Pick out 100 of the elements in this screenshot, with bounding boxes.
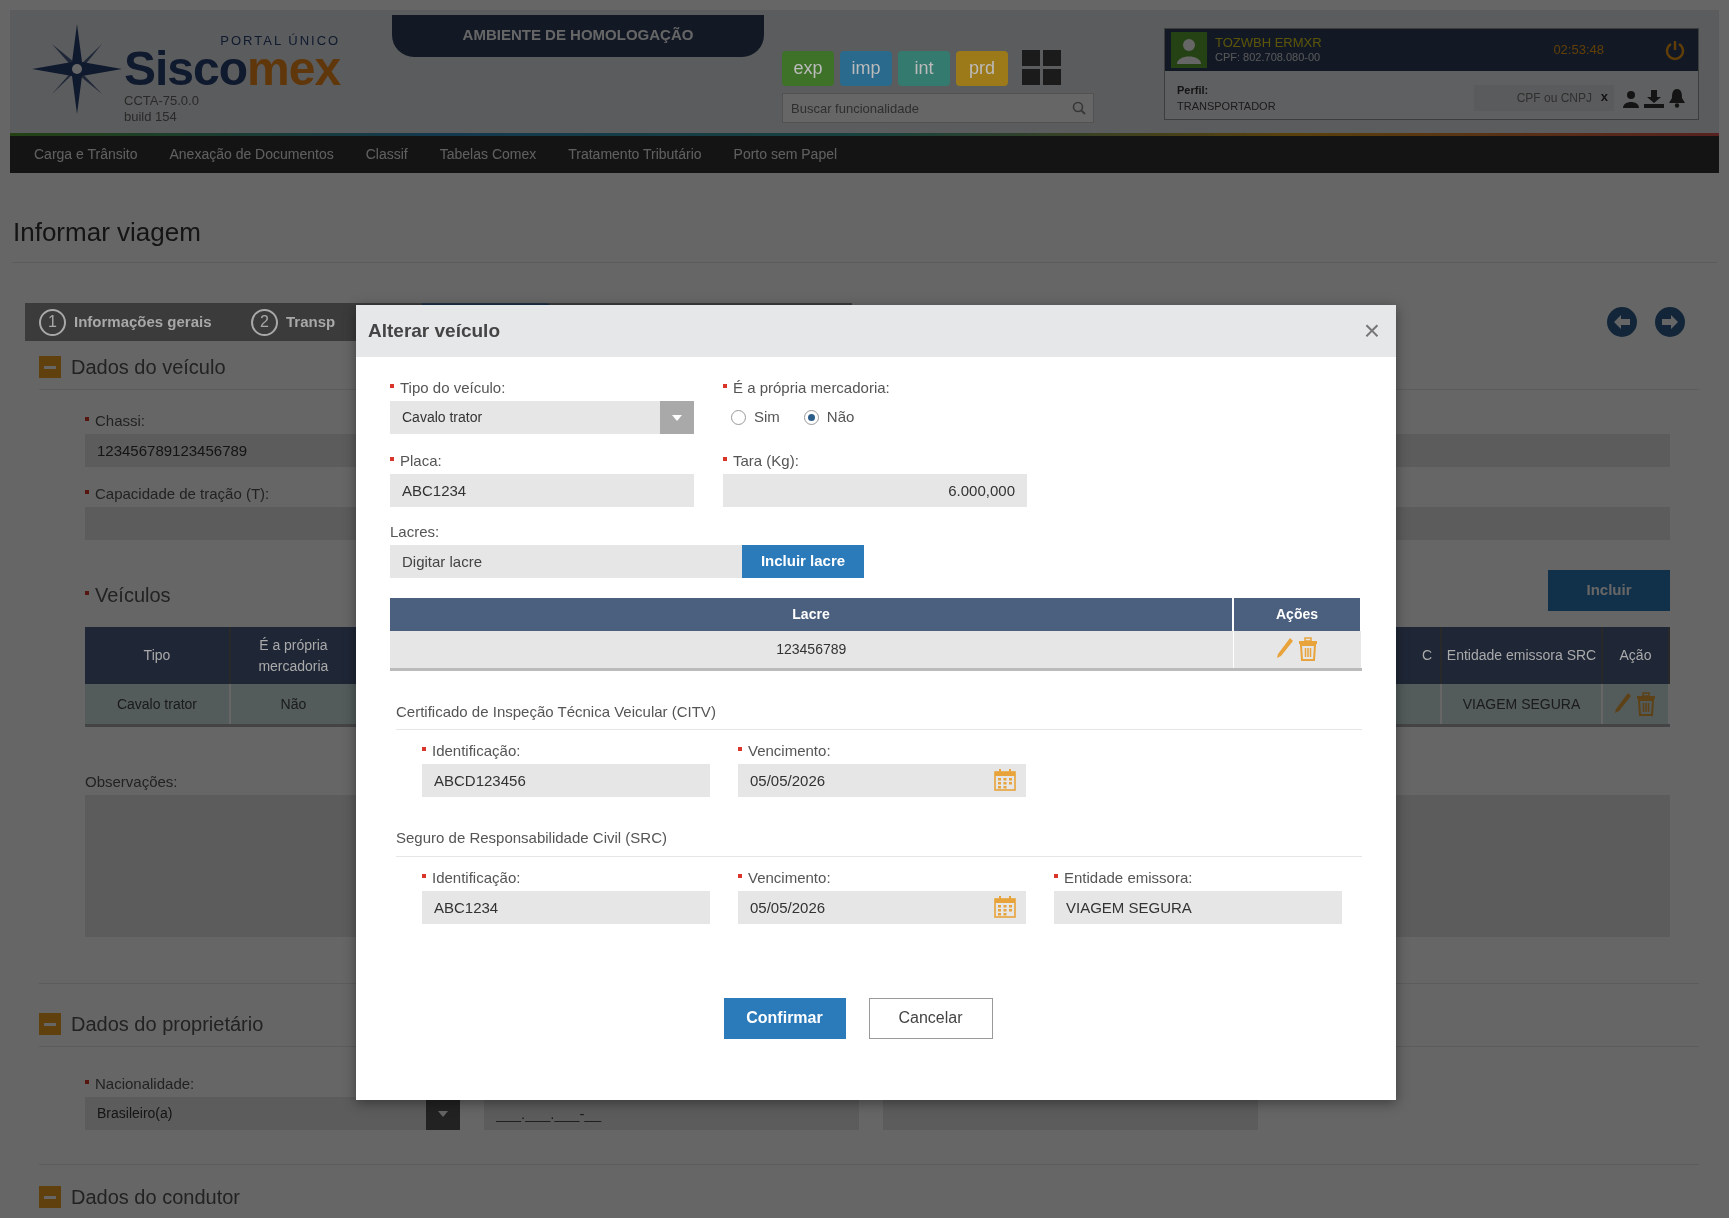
avatar-icon — [1171, 32, 1207, 68]
table-cell: 123456789 — [390, 631, 1233, 669]
field-label: Vencimento: — [748, 868, 831, 887]
module-button[interactable]: exp — [782, 50, 834, 86]
section-title: Dados do condutor — [71, 1185, 240, 1210]
required-marker — [390, 457, 394, 461]
collapse-icon[interactable] — [39, 356, 61, 379]
step-number: 2 — [251, 308, 278, 336]
calendar-icon[interactable] — [994, 769, 1016, 791]
field-label: Identificação: — [432, 868, 521, 887]
session-clock: 02:53:48 — [1553, 41, 1604, 60]
plate-field[interactable]: ABC1234 — [390, 474, 694, 507]
table-cell: Não — [229, 684, 357, 726]
grid-icon[interactable] — [1022, 50, 1062, 86]
column-header: Entidade emissora SRC — [1441, 627, 1602, 685]
profile-label: Perfil: — [1177, 82, 1210, 98]
required-marker — [85, 417, 89, 422]
dialog-title: Alterar veículo — [368, 318, 500, 343]
module-button[interactable]: imp — [840, 50, 892, 86]
field-label: Entidade emissora: — [1064, 868, 1193, 887]
field-label: Vencimento: — [748, 742, 831, 760]
menu-item[interactable]: Porto sem Papel — [733, 144, 838, 165]
required-marker — [85, 490, 89, 495]
trash-icon[interactable] — [1636, 692, 1657, 717]
menu-item[interactable]: Classif — [365, 144, 408, 165]
power-icon[interactable] — [1664, 39, 1686, 61]
pencil-icon[interactable] — [1614, 692, 1633, 715]
download-icon[interactable] — [1644, 90, 1664, 108]
wizard-step[interactable]: 1 Informações gerais — [25, 303, 237, 342]
required-marker — [1054, 873, 1058, 878]
section-title: Dados do proprietário — [71, 1012, 264, 1037]
required-marker — [85, 1080, 89, 1085]
radio-icon[interactable] — [803, 410, 819, 425]
field-label: É a própria mercadoria: — [733, 379, 890, 397]
tare-field[interactable]: 6.000,000 — [723, 474, 1027, 507]
confirm-button[interactable]: Confirmar — [723, 997, 846, 1039]
trash-icon[interactable] — [1298, 637, 1318, 662]
required-marker — [723, 384, 727, 388]
field-label: Lacres: — [390, 523, 440, 541]
caret-icon — [438, 1110, 448, 1117]
date-field[interactable]: 05/05/2026 — [738, 764, 1026, 797]
close-button[interactable]: × — [1359, 317, 1384, 345]
collapse-icon[interactable] — [39, 1186, 61, 1209]
section-title: Dados do veículo — [71, 355, 226, 380]
required-marker — [738, 747, 742, 751]
menu-item[interactable]: Anexação de Documentos — [169, 144, 334, 165]
cancel-button[interactable]: Cancelar — [868, 997, 993, 1039]
seal-field[interactable]: Digitar lacre — [390, 545, 742, 578]
column-header: Lacre — [390, 598, 1233, 631]
section-subtitle: Veículos — [95, 583, 171, 608]
calendar-icon[interactable] — [994, 895, 1016, 918]
nationality-select[interactable]: Brasileiro(a) — [85, 1097, 460, 1131]
menu-item[interactable]: Tratamento Tributário — [568, 144, 702, 165]
required-marker — [723, 457, 727, 461]
step-number: 1 — [39, 308, 66, 336]
right-arrow-icon — [1661, 314, 1679, 331]
column-header: Ação — [1602, 627, 1669, 685]
radio-icon[interactable] — [731, 410, 746, 425]
menu-item[interactable]: Carga e Trânsito — [34, 144, 138, 165]
vehicle-type-select[interactable]: Cavalo trator — [390, 401, 694, 434]
user-name: TOZWBH ERMXR — [1215, 36, 1322, 51]
radio-option[interactable]: Sim — [731, 406, 780, 429]
step-label: Transp — [286, 311, 336, 332]
group-title: Seguro de Responsabilidade Civil (SRC) — [396, 827, 1362, 857]
text-field[interactable]: ABCD123456 — [422, 764, 710, 797]
page-title: Informar viagem — [12, 217, 1717, 264]
text-field[interactable]: VIAGEM SEGURA — [1054, 890, 1342, 924]
pencil-icon[interactable] — [1276, 637, 1294, 660]
menu-item[interactable]: Tabelas Comex — [439, 144, 537, 165]
module-button[interactable]: int — [898, 50, 950, 86]
radio-option[interactable]: Não — [803, 406, 855, 429]
user-cpf: CPF: 802.708.080-00 — [1215, 50, 1322, 64]
required-marker — [390, 384, 394, 388]
step-label: Informações gerais — [74, 311, 212, 332]
bell-icon[interactable] — [1668, 88, 1686, 108]
logo-text: Siscomex — [124, 45, 341, 93]
clear-button[interactable]: x — [1600, 90, 1608, 103]
logo-subtitle: PORTAL ÚNICO — [220, 34, 341, 47]
caret-icon — [672, 414, 682, 421]
table-cell: VIAGEM SEGURA — [1441, 684, 1602, 726]
column-header: Tipo — [85, 627, 230, 685]
profile-value: TRANSPORTADOR — [1177, 99, 1276, 114]
collapse-icon[interactable] — [39, 1013, 61, 1036]
add-button[interactable]: Incluir — [1548, 570, 1670, 612]
field-label: Tara (Kg): — [733, 452, 799, 470]
add-seal-button[interactable]: Incluir lacre — [742, 545, 864, 578]
next-button[interactable] — [1655, 307, 1685, 338]
previous-button[interactable] — [1607, 307, 1637, 338]
environment-banner: AMBIENTE DE HOMOLOGAÇÃO — [392, 15, 764, 57]
search-icon[interactable] — [1072, 101, 1086, 115]
date-field[interactable]: 05/05/2026 — [738, 890, 1026, 924]
field-label: Identificação: — [432, 742, 521, 760]
column-header: Ações — [1233, 598, 1361, 631]
field-label: Tipo do veículo: — [400, 379, 506, 397]
left-arrow-icon — [1613, 314, 1631, 331]
required-marker — [85, 591, 89, 596]
column-header: É a própria mercadoria — [229, 627, 357, 685]
text-field[interactable]: ABC1234 — [422, 890, 710, 924]
required-marker — [738, 873, 742, 878]
person-icon[interactable] — [1622, 90, 1640, 108]
